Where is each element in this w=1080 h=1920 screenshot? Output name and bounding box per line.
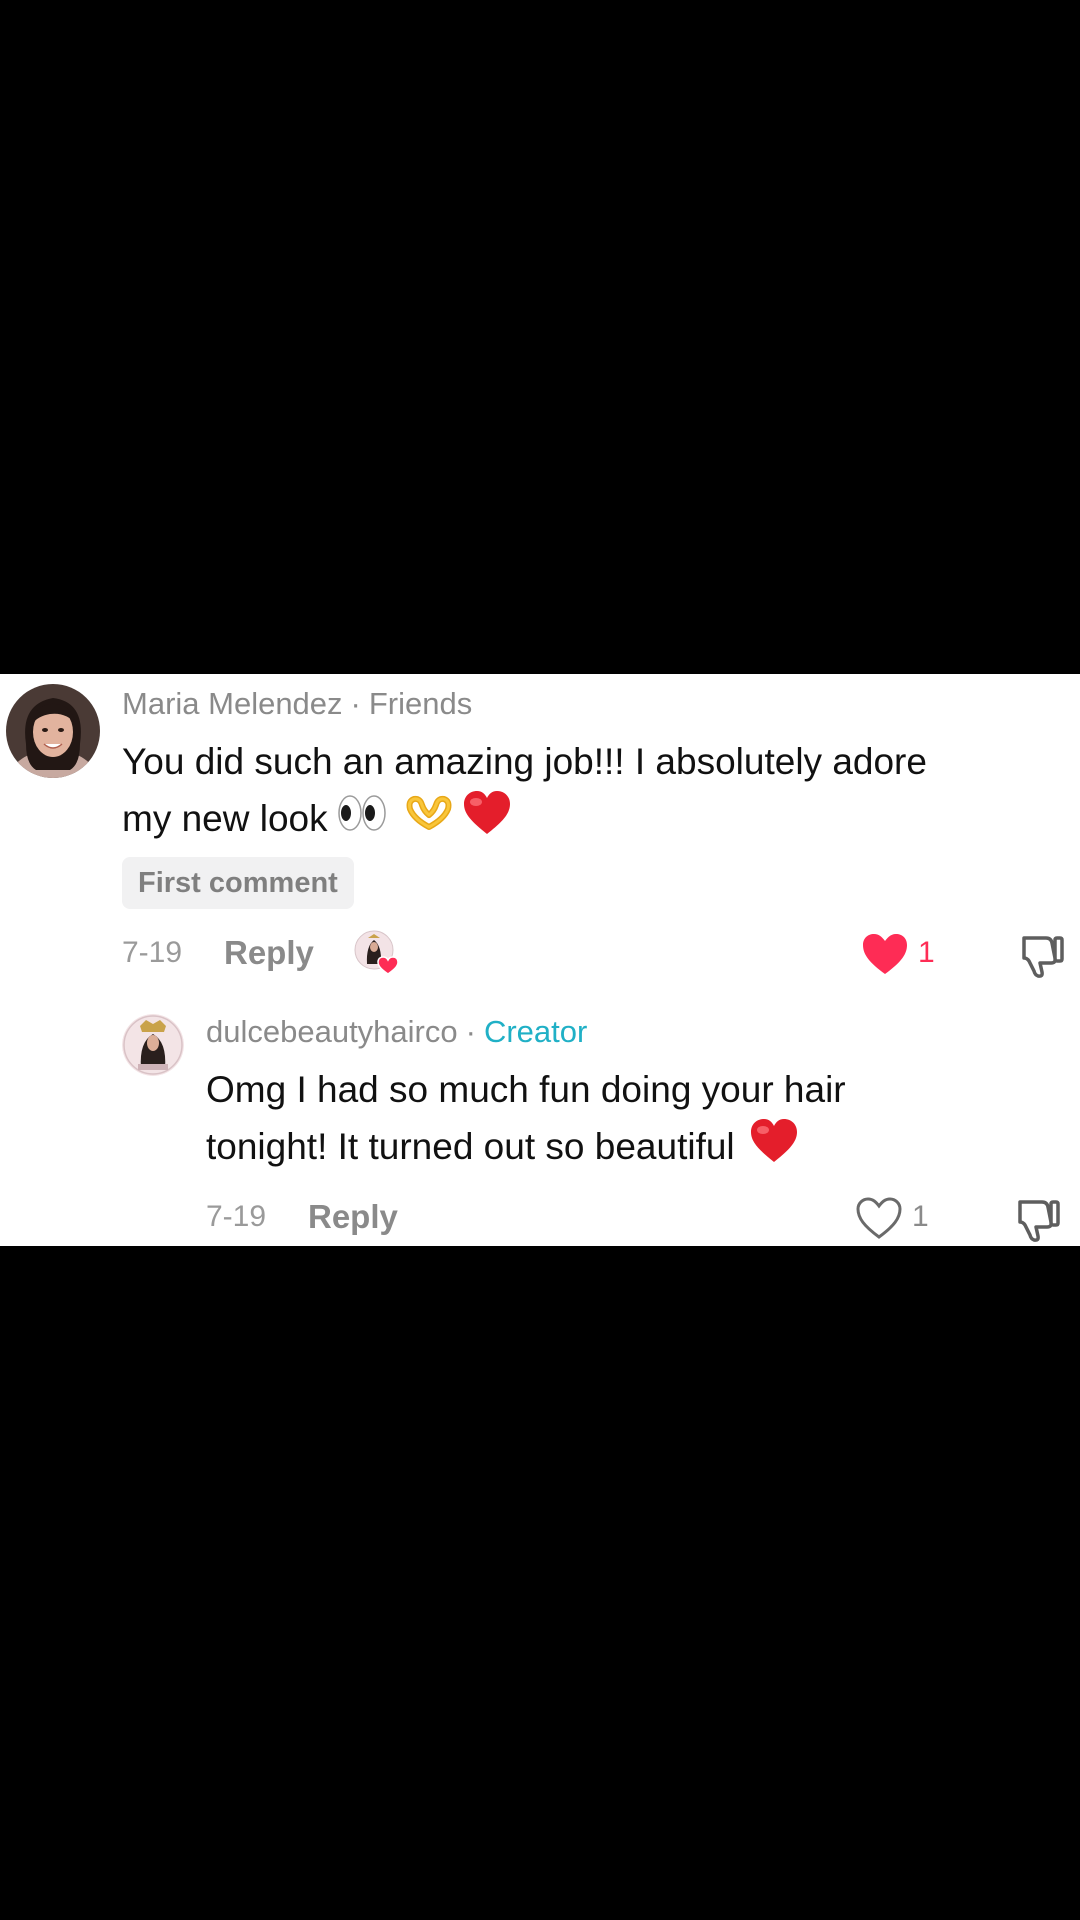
reply-date: 7-19 <box>206 1200 267 1233</box>
reply-text-line-2-wrap: tonight! It turned out so beautiful <box>206 1118 846 1180</box>
reply-action-row: 7-19 Reply 1 <box>0 1188 1080 1246</box>
reply-text: Omg I had so much fun doing your hair to… <box>206 1062 846 1180</box>
reply-button[interactable]: Reply <box>224 934 314 972</box>
like-count: 1 <box>912 1200 929 1233</box>
creator-label: Creator <box>483 1014 588 1049</box>
comment-text-line-1: You did such an amazing job!!! I absolut… <box>122 741 927 782</box>
reply-author[interactable]: dulcebeautyhairco <box>206 1014 458 1049</box>
comment-text-line-2-wrap: my new look <box>122 790 927 852</box>
reply-text-line-1: Omg I had so much fun doing your hair <box>206 1069 846 1110</box>
red-heart-emoji <box>749 1118 799 1180</box>
separator-dot: · <box>465 1014 476 1049</box>
heart-outline-icon[interactable] <box>854 1196 904 1240</box>
avatar-maria-melendez[interactable] <box>6 684 100 778</box>
separator-dot: · <box>350 686 361 721</box>
comment-date: 7-19 <box>122 936 183 969</box>
avatar-dulcebeautyhairco[interactable] <box>122 1014 184 1076</box>
comment-text-line-2: my new look <box>122 797 328 839</box>
relation-label: Friends <box>368 686 473 721</box>
comment-author[interactable]: Maria Melendez <box>122 686 343 721</box>
thumbs-down-icon[interactable] <box>1016 930 1066 980</box>
like-count: 1 <box>918 936 935 969</box>
eyes-emoji <box>336 793 388 849</box>
reply-meta: dulcebeautyhairco · Creator <box>206 1014 587 1050</box>
liked-by-creator-icon <box>354 930 402 978</box>
comment-text: You did such an amazing job!!! I absolut… <box>122 734 927 852</box>
comments-panel: Maria Melendez · Friends You did such an a… <box>0 674 1080 1246</box>
red-heart-emoji <box>462 790 512 852</box>
reply-button[interactable]: Reply <box>308 1198 398 1236</box>
heart-hands-emoji <box>404 793 454 849</box>
comment-meta: Maria Melendez · Friends <box>122 686 472 722</box>
heart-filled-icon[interactable] <box>860 932 910 976</box>
comment-action-row: 7-19 Reply 1 <box>0 924 1080 984</box>
first-comment-badge: First comment <box>122 857 354 909</box>
reply-text-line-2: tonight! It turned out so beautiful <box>206 1125 735 1167</box>
thumbs-down-icon[interactable] <box>1012 1194 1062 1244</box>
